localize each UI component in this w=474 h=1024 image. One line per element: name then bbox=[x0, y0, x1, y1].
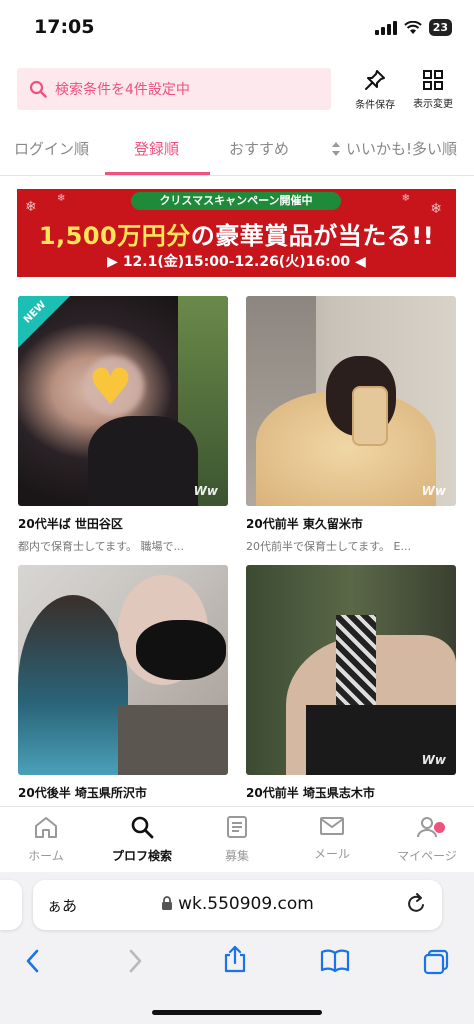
profile-description: 都内で保育士してます。 職場で... bbox=[18, 540, 185, 553]
url-text: wk.550909.com bbox=[178, 894, 314, 914]
sort-arrows-icon bbox=[332, 141, 340, 156]
profile-location: 20代前半 東久留米市 bbox=[246, 517, 363, 531]
back-icon[interactable] bbox=[24, 948, 42, 974]
cellular-signal-icon bbox=[374, 20, 397, 35]
nav-home[interactable]: ホーム bbox=[1, 815, 91, 864]
search-row: 検索条件を4件設定中 条件保存 表示変更 bbox=[17, 66, 459, 112]
pin-icon bbox=[365, 69, 386, 90]
previous-tab-stub[interactable] bbox=[0, 880, 22, 930]
lock-icon bbox=[162, 896, 173, 910]
campaign-headline: 1,500万円分の豪華賞品が当たる!! bbox=[17, 216, 456, 251]
photo-clothing bbox=[118, 705, 228, 775]
profile-location: 20代後半 埼玉県所沢市 bbox=[18, 786, 147, 800]
nav-my-page[interactable]: マイページ bbox=[382, 815, 472, 864]
watermark-logo: Ww bbox=[421, 753, 446, 767]
tab-login-order[interactable]: ログイン順 bbox=[14, 138, 89, 159]
nav-recruitment[interactable]: 募集 bbox=[192, 815, 282, 864]
search-icon bbox=[131, 816, 154, 839]
nav-mail[interactable]: メール bbox=[287, 815, 377, 862]
snowflake-icon: ❄ bbox=[57, 193, 66, 204]
nav-home-label: ホーム bbox=[28, 849, 64, 863]
profile-photo[interactable]: Ww bbox=[246, 565, 456, 775]
profile-card[interactable]: ♥ NEW Ww 20代半ば 世田谷区 都内で保育士してます。 職場で... bbox=[18, 296, 228, 554]
home-indicator bbox=[152, 1010, 322, 1015]
photo-clothing bbox=[88, 416, 198, 506]
home-icon bbox=[35, 817, 57, 838]
campaign-prize-amount: 1,500万円分 bbox=[38, 222, 191, 250]
nav-profile-search-label: プロフ検索 bbox=[111, 849, 172, 863]
censor-mark bbox=[136, 620, 226, 680]
campaign-banner[interactable]: ❄ ❄ ❄ ❄ クリスマスキャンペーン開催中 1,500万円分の豪華賞品が当たる… bbox=[17, 189, 456, 277]
heart-sticker-icon: ♥ bbox=[88, 358, 133, 416]
nav-profile-search[interactable]: プロフ検索 bbox=[97, 815, 187, 864]
status-icons: 23 bbox=[374, 19, 452, 36]
tab-most-likes-label: いいかも!多い順 bbox=[346, 140, 458, 158]
tab-registration-order[interactable]: 登録順 bbox=[134, 138, 179, 159]
sort-tabs: ログイン順 登録順 おすすめ いいかも!多い順 bbox=[0, 128, 474, 176]
url-display: wk.550909.com bbox=[33, 894, 442, 914]
watermark-logo: Ww bbox=[421, 484, 446, 498]
tab-most-likes[interactable]: いいかも!多い順 bbox=[331, 138, 457, 159]
search-icon bbox=[29, 80, 47, 98]
battery-indicator: 23 bbox=[428, 19, 452, 36]
mail-icon bbox=[320, 817, 344, 835]
tab-recommended[interactable]: おすすめ bbox=[229, 138, 289, 159]
left-arrow-icon: ◀ bbox=[355, 254, 366, 270]
profile-photo[interactable]: Ww bbox=[246, 296, 456, 506]
active-tab-indicator bbox=[105, 172, 210, 175]
profile-photo[interactable] bbox=[18, 565, 228, 775]
save-condition-button[interactable]: 条件保存 bbox=[349, 68, 401, 111]
status-time: 17:05 bbox=[34, 16, 95, 38]
bottom-nav: ホーム プロフ検索 募集 メール マイページ bbox=[0, 806, 474, 872]
document-icon bbox=[227, 816, 247, 838]
snowflake-icon: ❄ bbox=[401, 193, 410, 204]
wifi-icon bbox=[403, 20, 422, 34]
profile-photo[interactable]: ♥ NEW Ww bbox=[18, 296, 228, 506]
bookmarks-icon[interactable] bbox=[319, 948, 351, 974]
profile-card[interactable]: 20代後半 埼玉県所沢市 bbox=[18, 565, 228, 807]
campaign-dates-text: 12.1(金)15:00-12.26(火)16:00 bbox=[122, 254, 351, 270]
search-condition-text: 検索条件を4件設定中 bbox=[55, 82, 190, 98]
reload-icon[interactable] bbox=[406, 892, 428, 916]
change-display-label: 表示変更 bbox=[413, 98, 454, 110]
share-icon[interactable] bbox=[222, 944, 248, 974]
grid-icon bbox=[423, 69, 444, 90]
profile-description: 20代前半で保育士してます。 E... bbox=[246, 540, 411, 553]
profile-location: 20代前半 埼玉県志木市 bbox=[246, 786, 375, 800]
campaign-pill: クリスマスキャンペーン開催中 bbox=[131, 192, 341, 210]
profile-card[interactable]: Ww 20代前半 東久留米市 20代前半で保育士してます。 E... bbox=[246, 296, 456, 554]
browser-chrome: ぁあ wk.550909.com bbox=[0, 872, 474, 1024]
nav-recruitment-label: 募集 bbox=[224, 849, 249, 863]
profile-card[interactable]: Ww 20代前半 埼玉県志木市 bbox=[246, 565, 456, 807]
status-bar: 17:05 23 bbox=[0, 0, 474, 58]
change-display-button[interactable]: 表示変更 bbox=[407, 69, 459, 110]
tabs-icon[interactable] bbox=[422, 948, 450, 976]
save-condition-label: 条件保存 bbox=[355, 99, 396, 111]
address-bar[interactable]: ぁあ wk.550909.com bbox=[33, 880, 442, 930]
search-condition-bar[interactable]: 検索条件を4件設定中 bbox=[17, 68, 332, 110]
nav-mail-label: メール bbox=[313, 847, 350, 861]
campaign-headline-suffix: の豪華賞品が当たる!! bbox=[190, 222, 435, 250]
play-arrow-icon: ▶ bbox=[107, 254, 118, 270]
nav-my-page-label: マイページ bbox=[397, 849, 457, 863]
campaign-dates: ▶ 12.1(金)15:00-12.26(火)16:00 ◀ bbox=[17, 251, 456, 271]
watermark-logo: Ww bbox=[193, 484, 218, 498]
profile-location: 20代半ば 世田谷区 bbox=[18, 517, 123, 531]
snowflake-icon: ❄ bbox=[25, 199, 37, 215]
forward-icon[interactable] bbox=[126, 948, 144, 974]
snowflake-icon: ❄ bbox=[430, 201, 442, 217]
notification-dot bbox=[434, 822, 445, 833]
phone-in-photo bbox=[352, 386, 388, 446]
photo-hair bbox=[18, 595, 128, 775]
